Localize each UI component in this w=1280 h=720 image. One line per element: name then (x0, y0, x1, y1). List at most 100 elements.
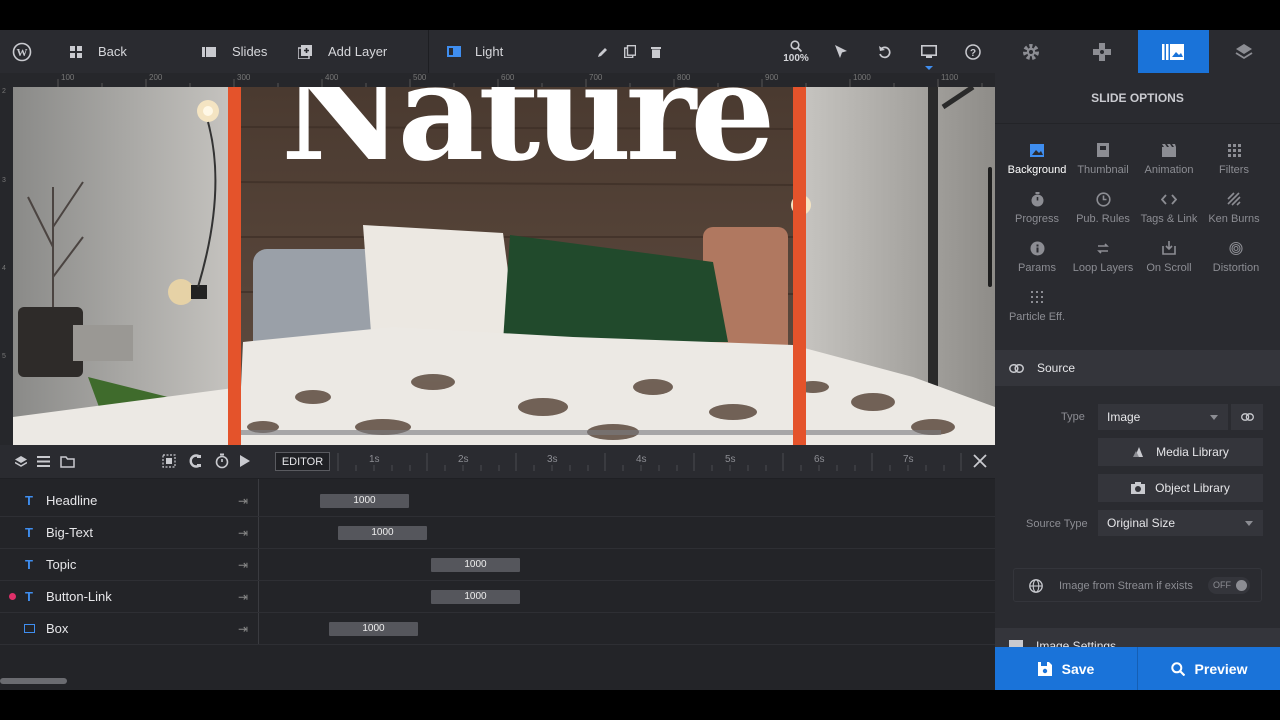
undo-button[interactable] (863, 30, 907, 73)
align-end-icon[interactable]: ⇥ (238, 590, 248, 604)
layer-duration-bar[interactable]: 1000 (431, 557, 520, 572)
timeline-tick: 5s (725, 454, 736, 465)
layer-name: Topic (46, 557, 77, 572)
stream-toggle[interactable]: OFF (1208, 577, 1250, 594)
zoom-button[interactable]: 100% (773, 30, 819, 73)
layer-row-topic[interactable]: T Topic ⇥ 1000 (0, 549, 995, 581)
toggle-state: OFF (1213, 580, 1231, 590)
save-button[interactable]: Save (995, 647, 1138, 690)
option-label: Distortion (1212, 262, 1260, 274)
layer-name: Headline (46, 493, 98, 508)
panel-tabs (995, 30, 1280, 73)
duplicate-button[interactable] (617, 30, 643, 73)
option-thumbnail[interactable]: Thumbnail (1070, 140, 1136, 176)
selection-icon[interactable] (162, 454, 176, 468)
tab-slide-options[interactable] (1137, 30, 1209, 73)
close-icon[interactable] (973, 454, 987, 468)
layer-row-headline[interactable]: T Headline ⇥ 1000 (0, 485, 995, 517)
editor-mode-button[interactable]: EDITOR (275, 452, 330, 471)
link-toggle-button[interactable] (1231, 404, 1263, 430)
type-label: Type (1061, 411, 1085, 423)
grid-icon (70, 45, 82, 58)
tab-general-settings[interactable] (995, 30, 1066, 73)
option-filters[interactable]: Filters (1201, 140, 1267, 176)
horizontal-scrollbar[interactable] (0, 678, 67, 684)
layer-name: Button-Link (46, 589, 112, 604)
chevron-down-icon (1210, 414, 1218, 420)
align-end-icon[interactable]: ⇥ (238, 494, 248, 508)
media-library-icon (1133, 447, 1144, 457)
slides-button[interactable]: Slides (202, 30, 298, 73)
folder-icon[interactable] (60, 455, 75, 468)
layer-row-button-link[interactable]: T Button-Link ⇥ 1000 (0, 581, 995, 613)
layer-row-box[interactable]: Box ⇥ 1000 (0, 613, 995, 645)
align-end-icon[interactable]: ⇥ (238, 526, 248, 540)
select-tool-button[interactable] (819, 30, 863, 73)
back-button[interactable]: Back (44, 30, 202, 73)
light-label: Light (475, 44, 504, 59)
ruler-label: 100 (61, 73, 75, 82)
object-library-button[interactable]: Object Library (1098, 474, 1263, 502)
source-section-header[interactable]: Source (995, 350, 1280, 386)
desktop-view-button[interactable] (907, 30, 951, 73)
ruler-label: 800 (677, 73, 691, 82)
headline-layer[interactable]: Nature (281, 87, 775, 179)
text-layer-icon: T (25, 589, 33, 604)
option-label: Pub. Rules (1076, 213, 1130, 225)
wordpress-logo-button[interactable]: W (0, 30, 44, 73)
image-settings-section-header[interactable]: Image Settings (995, 628, 1280, 647)
gear-icon (1022, 43, 1039, 60)
option-on-scroll[interactable]: On Scroll (1136, 238, 1202, 274)
edit-button[interactable] (589, 30, 617, 73)
copy-icon (624, 45, 636, 58)
stopwatch-icon[interactable] (215, 453, 229, 469)
ruler-label: 500 (413, 73, 427, 82)
tab-layers[interactable] (1209, 30, 1280, 73)
list-icon[interactable] (37, 456, 50, 467)
add-layer-button[interactable]: Add Layer (298, 30, 428, 73)
device-light-button[interactable]: Light (429, 30, 589, 73)
add-layer-icon (298, 44, 312, 59)
play-icon[interactable] (240, 455, 250, 467)
timeline-ruler[interactable] (330, 445, 980, 479)
layer-row-big-text[interactable]: T Big-Text ⇥ 1000 (0, 517, 995, 549)
align-end-icon[interactable]: ⇥ (238, 622, 248, 636)
trash-icon (651, 46, 661, 58)
preview-button[interactable]: Preview (1138, 647, 1280, 690)
media-library-button[interactable]: Media Library (1098, 438, 1263, 466)
layers-icon[interactable] (15, 455, 27, 468)
layer-duration-bar[interactable]: 1000 (329, 621, 418, 636)
layer-duration-bar[interactable]: 1000 (320, 493, 409, 508)
option-tags-link[interactable]: Tags & Link (1136, 189, 1202, 225)
slide-canvas[interactable]: Nature (13, 87, 995, 445)
pencil-icon (598, 47, 607, 57)
option-pub-rules[interactable]: Pub. Rules (1070, 189, 1136, 225)
delete-button[interactable] (643, 30, 669, 73)
layer-duration-bar[interactable]: 1000 (338, 525, 427, 540)
timeline-tick: 2s (458, 454, 469, 465)
option-params[interactable]: Params (1004, 238, 1070, 274)
magnet-icon[interactable] (188, 454, 202, 468)
option-label: Tags & Link (1140, 213, 1198, 225)
option-distortion[interactable]: Distortion (1201, 238, 1271, 274)
align-end-icon[interactable]: ⇥ (238, 558, 248, 572)
option-animation[interactable]: Animation (1136, 140, 1202, 176)
option-loop-layers[interactable]: Loop Layers (1070, 238, 1136, 274)
option-ken-burns[interactable]: Ken Burns (1201, 189, 1267, 225)
option-label: On Scroll (1146, 262, 1192, 274)
clock-icon (1095, 191, 1111, 207)
help-button[interactable]: ? (951, 30, 995, 73)
back-label: Back (98, 44, 127, 59)
tab-navigation[interactable] (1066, 30, 1137, 73)
panel-divider (995, 123, 1280, 124)
layer-duration-bar[interactable]: 1000 (431, 589, 520, 604)
type-select[interactable]: Image (1098, 404, 1228, 430)
preview-label: Preview (1194, 660, 1248, 677)
option-background[interactable]: Background (1004, 140, 1070, 176)
option-particle-effects[interactable]: Particle Eff. (1004, 287, 1070, 323)
source-type-select[interactable]: Original Size (1098, 510, 1263, 536)
section-title: Source (1037, 361, 1076, 375)
option-progress[interactable]: Progress (1004, 189, 1070, 225)
info-icon (1030, 241, 1044, 255)
scroll-indicator[interactable] (988, 167, 992, 287)
